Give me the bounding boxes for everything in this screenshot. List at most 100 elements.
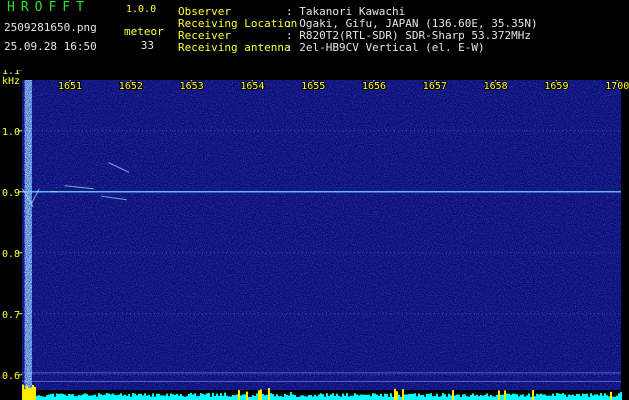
level-bar xyxy=(456,394,458,400)
level-bar xyxy=(564,394,566,400)
level-bar xyxy=(322,394,324,400)
level-bar xyxy=(198,396,200,400)
level-bar xyxy=(504,390,506,400)
level-bar xyxy=(32,384,34,400)
level-bar xyxy=(444,394,446,400)
level-bar xyxy=(416,396,418,400)
level-bar xyxy=(518,396,520,400)
level-bar xyxy=(350,395,352,400)
header-panel: HROFFT 1.0.0 2509281650.png 25.09.28 16:… xyxy=(0,0,629,78)
level-bar xyxy=(242,394,244,400)
level-bar xyxy=(428,393,430,400)
level-bar xyxy=(280,396,282,400)
level-bar xyxy=(86,394,88,400)
level-bar xyxy=(252,395,254,400)
level-bar xyxy=(258,390,260,400)
level-bar xyxy=(300,395,302,400)
level-bar xyxy=(442,393,444,400)
level-bar xyxy=(620,392,622,400)
level-bar xyxy=(576,393,578,400)
level-bar xyxy=(92,395,94,400)
level-bar xyxy=(558,393,560,400)
level-bar xyxy=(90,395,92,400)
level-bar xyxy=(226,395,228,400)
level-bar xyxy=(214,396,216,400)
level-bar xyxy=(512,393,514,400)
level-bar xyxy=(490,394,492,400)
level-bar xyxy=(74,396,76,400)
spectrum-background xyxy=(22,80,621,390)
level-bar xyxy=(52,393,54,400)
level-bar xyxy=(374,393,376,400)
level-bar xyxy=(496,394,498,400)
level-bar xyxy=(142,395,144,400)
x-tick-label: 1654 xyxy=(240,81,264,92)
level-bar xyxy=(246,391,248,400)
level-bar xyxy=(364,394,366,400)
level-bar xyxy=(526,395,528,400)
level-bar xyxy=(216,393,218,400)
level-bar xyxy=(414,393,416,400)
x-tick-label: 1658 xyxy=(484,81,508,92)
level-bar xyxy=(360,394,362,400)
level-bar xyxy=(600,393,602,400)
level-bar xyxy=(276,394,278,400)
level-bar xyxy=(420,395,422,400)
level-bar xyxy=(452,390,454,400)
level-bar xyxy=(244,394,246,400)
x-tick-label: 1651 xyxy=(58,81,82,92)
app-title: HROFFT xyxy=(7,0,90,15)
level-bar xyxy=(572,394,574,400)
y-tick-label: 0.8 xyxy=(2,249,20,260)
level-bar xyxy=(598,395,600,400)
x-tick-label: 1656 xyxy=(362,81,386,92)
level-bar xyxy=(150,396,152,400)
level-bar xyxy=(462,394,464,400)
level-bar xyxy=(24,389,26,400)
level-bar xyxy=(544,394,546,400)
level-bar xyxy=(590,393,592,400)
level-bar xyxy=(506,393,508,400)
level-bar xyxy=(370,396,372,400)
level-bar xyxy=(390,393,392,400)
level-bar xyxy=(312,396,314,400)
level-bar xyxy=(146,395,148,400)
level-bar xyxy=(172,394,174,400)
level-bar xyxy=(584,394,586,400)
level-bar xyxy=(102,395,104,400)
level-bar xyxy=(556,393,558,400)
level-bar xyxy=(436,393,438,400)
level-bar xyxy=(494,396,496,400)
level-bar xyxy=(64,394,66,400)
level-bar xyxy=(94,394,96,400)
level-bar xyxy=(310,395,312,400)
level-bar xyxy=(58,393,60,400)
level-bar xyxy=(238,390,240,400)
level-bar xyxy=(178,395,180,400)
level-bar xyxy=(156,393,158,400)
level-bar xyxy=(446,396,448,400)
level-bar xyxy=(396,391,398,400)
level-bar xyxy=(612,396,614,400)
level-bar xyxy=(138,393,140,400)
level-bar xyxy=(492,396,494,400)
level-bar xyxy=(552,393,554,400)
level-bar xyxy=(542,394,544,400)
level-bar xyxy=(472,393,474,400)
level-bar xyxy=(236,394,238,400)
level-bar xyxy=(338,395,340,400)
level-bar xyxy=(308,395,310,400)
level-bar xyxy=(278,396,280,400)
level-bar xyxy=(380,393,382,400)
level-bar xyxy=(514,393,516,400)
level-bar xyxy=(326,393,328,400)
level-bar xyxy=(206,393,208,400)
x-tick-label: 1655 xyxy=(301,81,325,92)
level-bar xyxy=(578,394,580,400)
level-bar xyxy=(208,393,210,400)
level-bar xyxy=(524,396,526,400)
level-bar xyxy=(220,393,222,400)
level-bar xyxy=(432,396,434,400)
level-bar xyxy=(474,395,476,400)
level-bar xyxy=(168,396,170,400)
